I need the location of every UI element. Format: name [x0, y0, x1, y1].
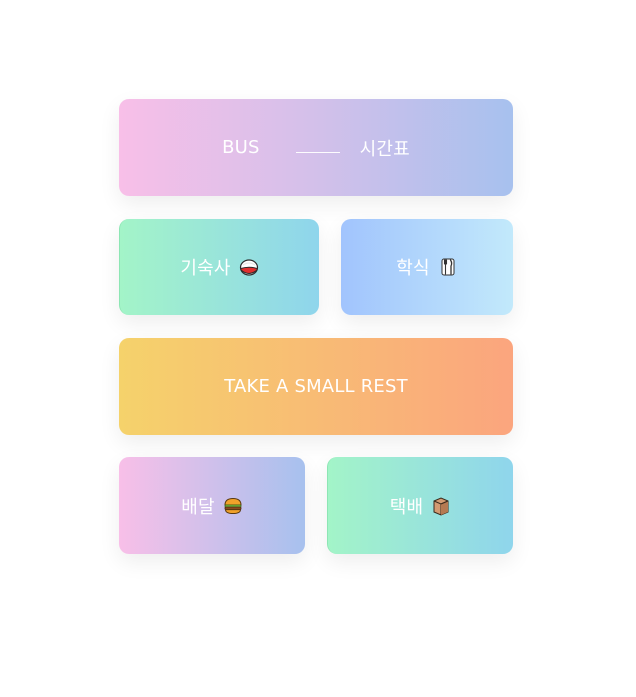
cafeteria-button[interactable]: 학식 — [341, 219, 513, 315]
rice-ball-icon — [239, 259, 258, 276]
parcel-button[interactable]: 택배 — [327, 457, 513, 554]
parcel-label: 택배 — [389, 496, 424, 518]
fork-knife-icon — [441, 258, 455, 276]
dorm-button[interactable]: 기숙사 — [119, 219, 319, 315]
rest-label: TAKE A SMALL REST — [224, 376, 408, 397]
dorm-label: 기숙사 — [180, 258, 231, 279]
rest-button[interactable]: TAKE A SMALL REST — [119, 338, 513, 435]
bus-blank-line — [295, 134, 340, 153]
package-icon — [433, 496, 449, 516]
burger-icon — [224, 497, 242, 514]
page: BUS 시간표 기숙사 학식 TAKE A SMALL REST 배달 택배 — [0, 0, 636, 697]
cafeteria-label: 학식 — [396, 258, 430, 279]
bus-timetable-content: BUS 시간표 — [222, 135, 410, 161]
delivery-button[interactable]: 배달 — [119, 457, 305, 554]
timetable-label: 시간표 — [359, 138, 410, 160]
bus-timetable-button[interactable]: BUS 시간표 — [119, 99, 513, 196]
bus-label: BUS — [222, 137, 260, 158]
delivery-label: 배달 — [181, 496, 215, 518]
